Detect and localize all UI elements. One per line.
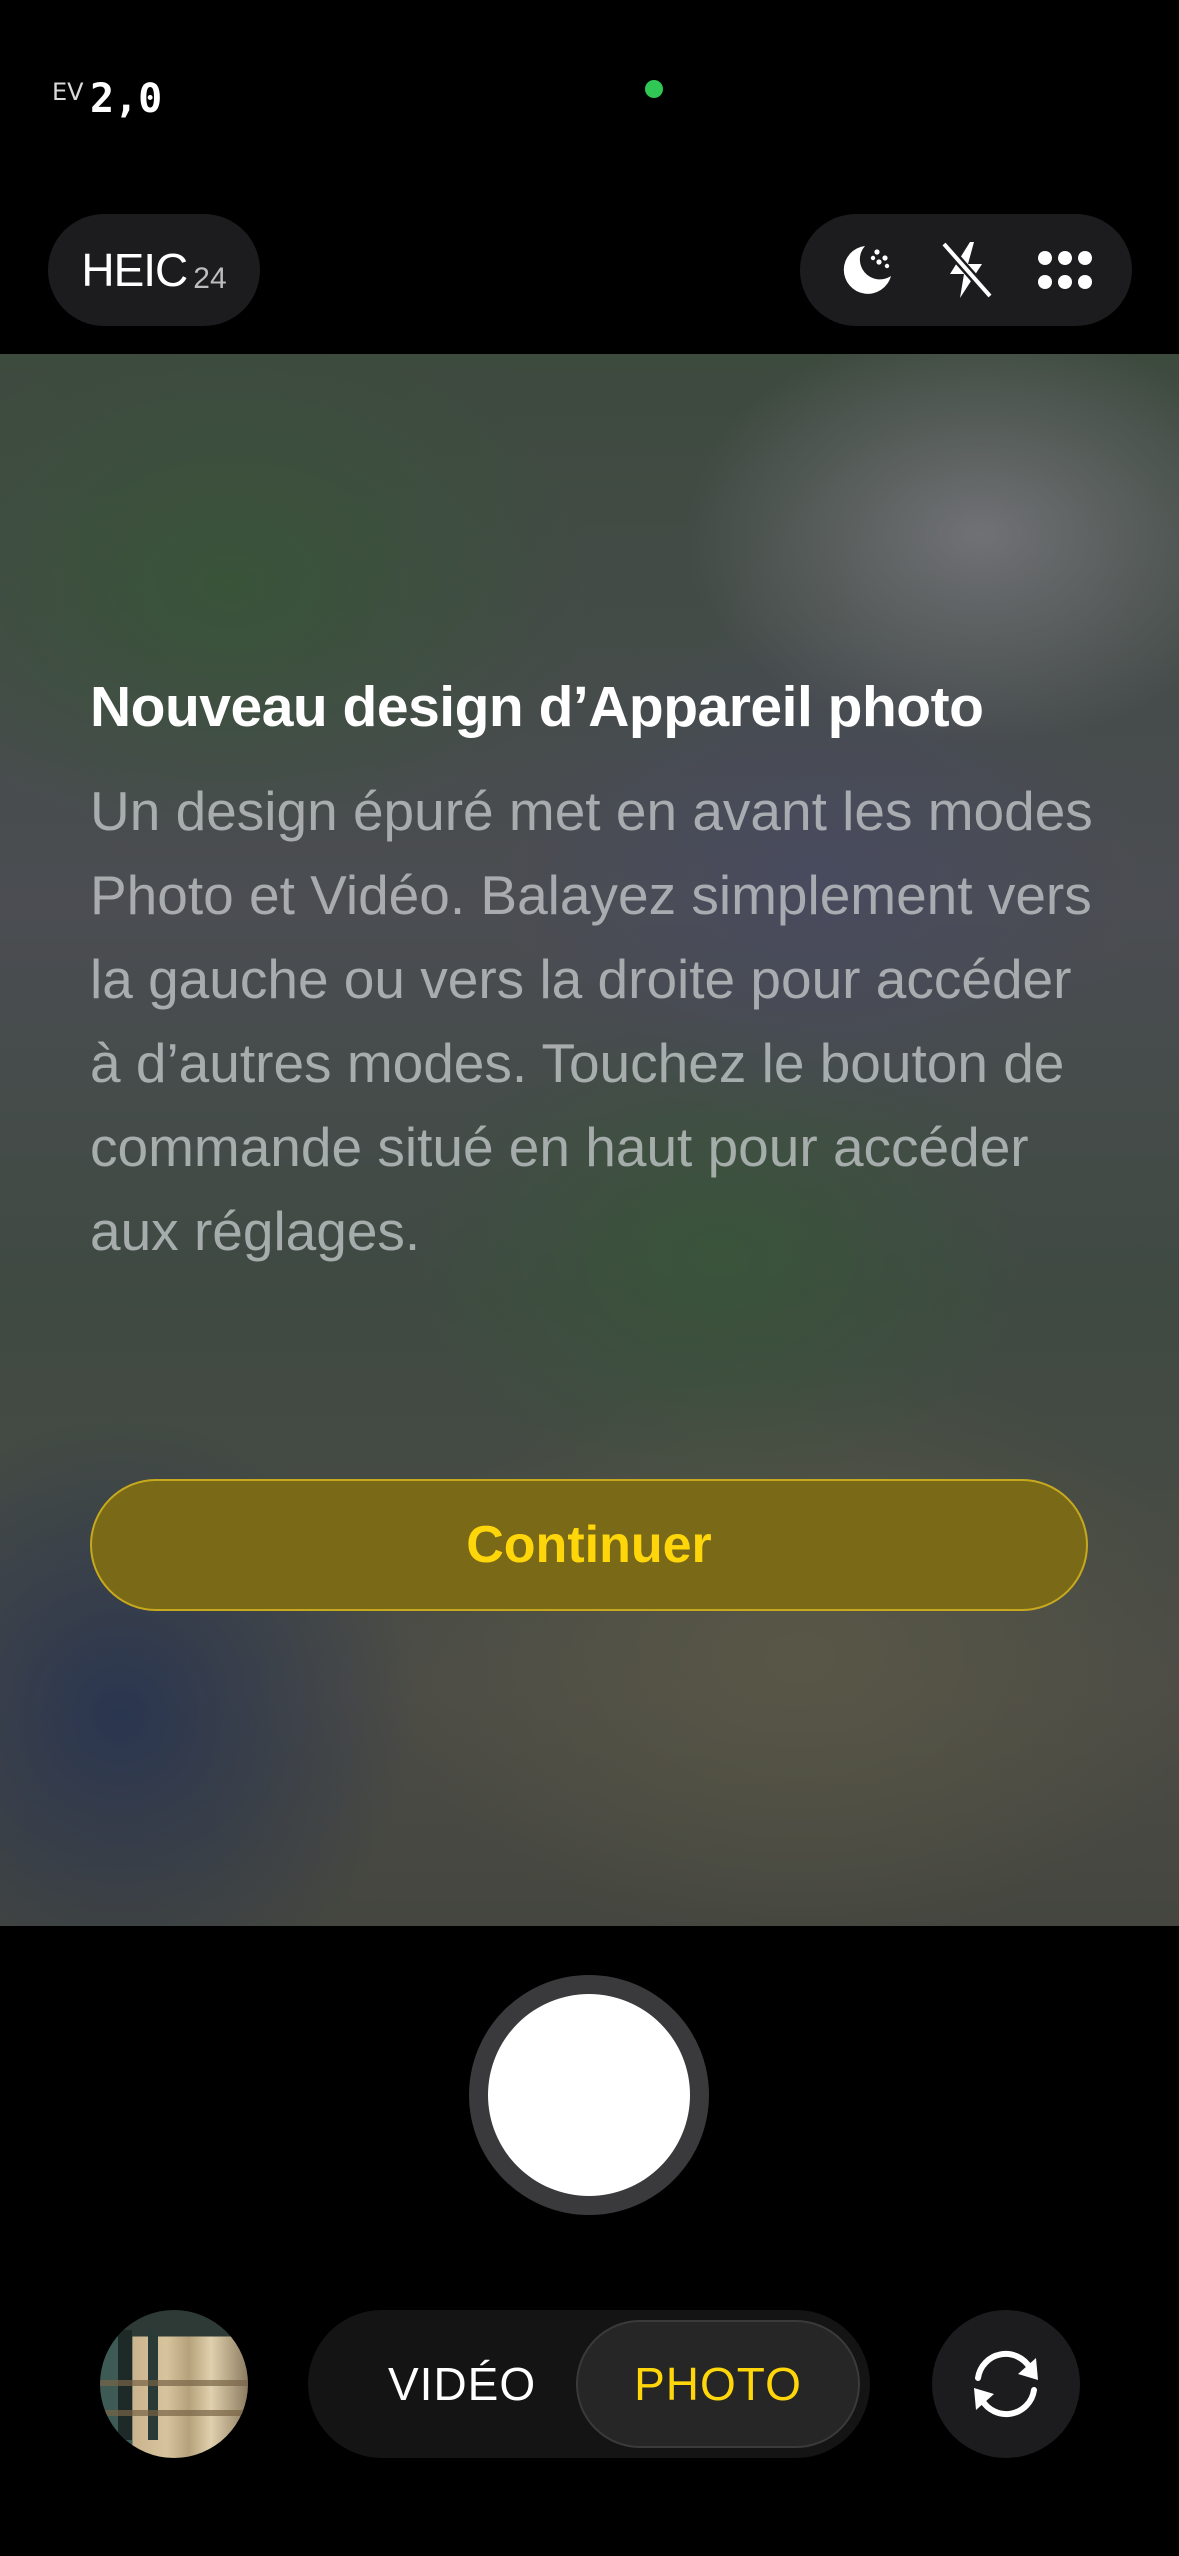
format-toggle-button[interactable]: HEIC 24	[48, 214, 260, 326]
onboarding-description: Un design épuré met en avant les modes P…	[90, 780, 1093, 1262]
switch-camera-button[interactable]	[932, 2310, 1080, 2458]
onboarding-title: Nouveau design d’Appareil photo	[90, 675, 984, 739]
shutter-button-inner	[488, 1994, 690, 2196]
night-mode-icon	[844, 246, 892, 294]
exposure-value[interactable]: 2,0	[90, 76, 162, 122]
night-mode-button[interactable]	[827, 230, 907, 310]
format-resolution-label: 24	[193, 262, 227, 295]
more-controls-button[interactable]	[1025, 230, 1105, 310]
format-main-label: HEIC	[81, 244, 188, 296]
flash-button[interactable]	[926, 230, 1006, 310]
flash-off-icon	[940, 241, 994, 299]
thumbnail-image-step	[100, 2410, 248, 2416]
mode-photo-button[interactable]: PHOTO	[576, 2320, 860, 2448]
thumbnail-image-step	[100, 2380, 248, 2386]
viewfinder[interactable]: Nouveau design d’Appareil photo Un desig…	[0, 354, 1179, 1926]
top-controls-pill	[800, 214, 1132, 326]
more-controls-icon	[1037, 251, 1092, 289]
continue-button[interactable]: Continuer	[90, 1479, 1088, 1611]
exposure-label: EV	[52, 78, 84, 106]
camera-in-use-indicator	[645, 80, 663, 98]
shutter-button[interactable]	[469, 1975, 709, 2215]
mode-selector: VIDÉO PHOTO	[308, 2310, 870, 2458]
last-photo-thumbnail[interactable]	[100, 2310, 248, 2458]
switch-camera-icon	[974, 2350, 1038, 2418]
mode-video-button[interactable]: VIDÉO	[388, 2310, 536, 2458]
